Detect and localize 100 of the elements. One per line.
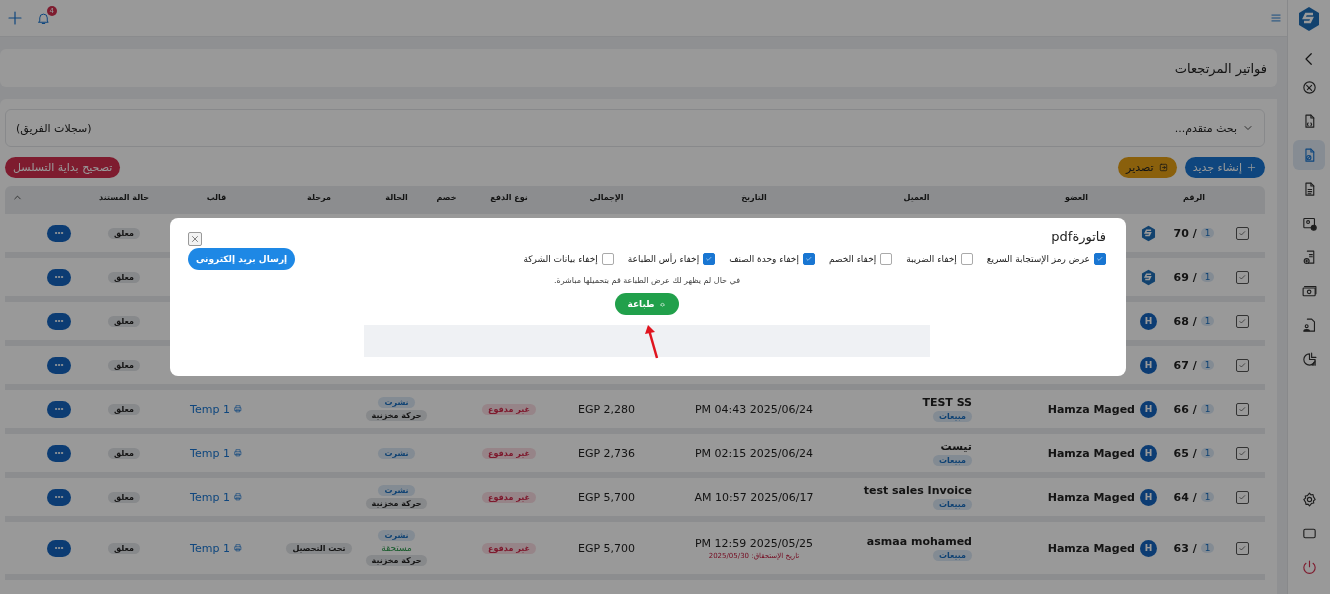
- check-icon: [1237, 543, 1247, 553]
- sidebar-item[interactable]: [1293, 140, 1325, 170]
- search-label: بحث متقدم...: [1174, 121, 1237, 135]
- client-type-tag: مبيعات: [932, 455, 972, 466]
- payment-tag: غير مدفوع: [482, 403, 536, 415]
- more-button[interactable]: [47, 539, 71, 557]
- logo-avatar: [1140, 224, 1157, 242]
- page-title: فواتير المرتجعات: [1174, 60, 1267, 76]
- sequence-badge: 1: [1200, 272, 1215, 282]
- close-icon: [190, 234, 200, 244]
- document-status-tag: معلق: [108, 403, 140, 415]
- status-text: مستحقة: [381, 543, 412, 553]
- more-button[interactable]: [47, 268, 71, 286]
- reset-sequence-button[interactable]: تصحيح بداية التسلسل: [5, 157, 121, 178]
- printer-icon: [232, 404, 243, 414]
- checkbox[interactable]: [802, 253, 815, 265]
- row-checkbox[interactable]: [1235, 358, 1249, 372]
- sequence-badge: 1: [1200, 448, 1215, 458]
- column-header: العضو: [1063, 192, 1090, 202]
- client-name: test sales Invoice: [863, 484, 972, 497]
- payment-tag: غير مدفوع: [482, 447, 536, 459]
- more-button[interactable]: [47, 400, 71, 418]
- column-header: العميل: [902, 192, 931, 202]
- create-button[interactable]: إنشاء جديد: [1184, 157, 1265, 178]
- more-button[interactable]: [47, 488, 71, 506]
- checkbox-label: عرض رمز الإستجابة السريع: [986, 254, 1090, 264]
- checkbox[interactable]: [1094, 253, 1106, 265]
- invoice-date: PM 04:43 2025/06/24: [694, 402, 814, 416]
- search-scope: (سجلات الفريق): [16, 121, 92, 135]
- checkbox-label: إخفاء وحدة الصنف: [729, 254, 799, 264]
- more-button[interactable]: [47, 312, 71, 330]
- client-type-tag: مبيعات: [932, 411, 972, 422]
- row-checkbox[interactable]: [1235, 226, 1249, 240]
- document-status-tag: معلق: [108, 447, 140, 459]
- check-icon: [705, 255, 714, 263]
- invoice-date: PM 12:59 2025/05/25: [694, 536, 814, 550]
- add-icon: [6, 9, 24, 27]
- template-link[interactable]: Temp 1: [190, 402, 243, 416]
- invoice-date: PM 02:15 2025/06/24: [694, 446, 814, 460]
- check-icon: [1237, 272, 1247, 282]
- invoice-date: AM 10:57 2025/06/17: [694, 490, 814, 504]
- template-link[interactable]: Temp 1: [190, 490, 243, 504]
- row-checkbox[interactable]: [1235, 490, 1249, 504]
- column-header: خصم: [435, 192, 458, 202]
- check-icon: [1237, 492, 1247, 502]
- power-icon: [1300, 558, 1318, 576]
- member-name: Hamza Maged: [1047, 541, 1135, 555]
- document-status-tag: معلق: [108, 227, 140, 239]
- row-checkbox[interactable]: [1235, 314, 1249, 328]
- more-button[interactable]: [47, 224, 71, 242]
- row-checkbox[interactable]: [1235, 270, 1249, 284]
- checkbox[interactable]: [880, 253, 893, 265]
- template-link[interactable]: Temp 1: [190, 446, 243, 460]
- advanced-search-bar[interactable]: بحث متقدم... (سجلات الفريق): [5, 109, 1265, 147]
- sequence-badge: 1: [1200, 492, 1215, 502]
- status-tag: حركة مخزنية: [365, 555, 428, 566]
- send-email-button[interactable]: إرسال بريد إلكترونى: [188, 248, 296, 270]
- export-button[interactable]: تصدير: [1118, 157, 1177, 178]
- invoice-number: 63 /: [1173, 541, 1197, 555]
- column-header: التاريخ: [740, 192, 768, 202]
- column-header: الحالة: [384, 192, 409, 202]
- invoice-number: 65 /: [1173, 446, 1197, 460]
- payment-tag: غير مدفوع: [482, 542, 536, 554]
- document-user-icon: [1300, 316, 1318, 334]
- row-checkbox[interactable]: [1235, 541, 1249, 555]
- member-avatar: H: [1140, 356, 1157, 374]
- settings-icon: [1300, 490, 1318, 508]
- sequence-badge: 1: [1200, 316, 1215, 326]
- template-link[interactable]: Temp 1: [190, 541, 243, 555]
- payment-tag: غير مدفوع: [482, 491, 536, 503]
- close-button[interactable]: [188, 232, 202, 246]
- row-checkbox[interactable]: [1235, 446, 1249, 460]
- invoice-total: EGP 2,736: [577, 446, 636, 460]
- menu-icon: [1269, 11, 1283, 25]
- client-type-tag: مبيعات: [932, 499, 972, 510]
- document-status-tag: معلق: [108, 315, 140, 327]
- row-checkbox[interactable]: [1235, 402, 1249, 416]
- checkbox[interactable]: [960, 253, 973, 265]
- print-button[interactable]: طباعة: [615, 293, 679, 315]
- client-name: asmaa mohamed: [866, 535, 972, 548]
- client-name: TEST SS: [922, 396, 972, 409]
- column-header: الإجمالي: [588, 192, 625, 202]
- document-status-tag: معلق: [108, 542, 140, 554]
- invoice-number: 68 /: [1173, 314, 1197, 328]
- printer-icon: [232, 543, 243, 553]
- invoice-number: 64 /: [1173, 490, 1197, 504]
- plus-icon: [1246, 162, 1257, 173]
- more-button[interactable]: [47, 356, 71, 374]
- logo-icon[interactable]: [1297, 6, 1321, 32]
- checkbox[interactable]: [703, 253, 716, 265]
- column-header: قالب: [205, 192, 228, 202]
- invoice-number: 67 /: [1173, 358, 1197, 372]
- stage-tag: تحت التحصيل: [286, 542, 352, 554]
- more-button[interactable]: [47, 444, 71, 462]
- check-icon: [1237, 228, 1247, 238]
- checkbox-label: إخفاء الضريبة: [906, 254, 957, 264]
- invoice-number: 69 /: [1173, 270, 1197, 284]
- checkbox[interactable]: [601, 253, 614, 265]
- checkbox-label: إخفاء رأس الطباعة: [627, 254, 700, 264]
- sequence-badge: 1: [1200, 360, 1215, 370]
